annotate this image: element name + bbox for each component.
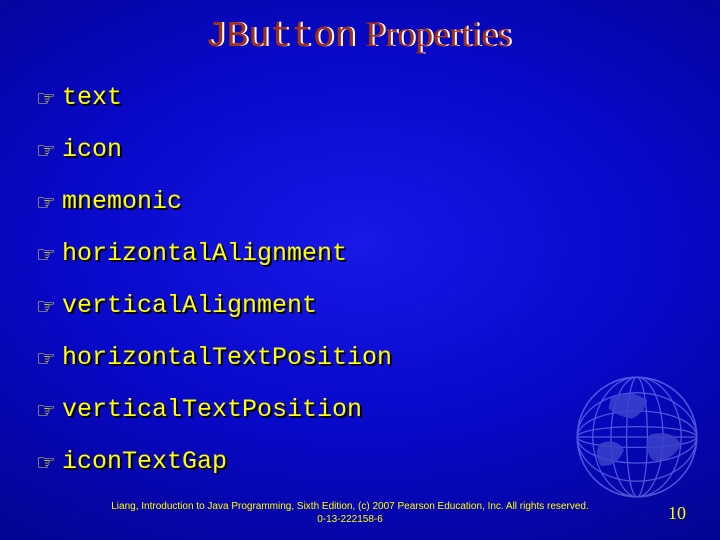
property-text: verticalTextPosition <box>62 397 362 422</box>
property-text: horizontalAlignment <box>62 241 347 266</box>
list-item: ☞ verticalAlignment verticalAlignment <box>36 292 680 322</box>
slide: JButton Properties JButton Properties ☞ … <box>0 0 720 540</box>
pointing-hand-icon: ☞ <box>36 244 64 266</box>
page-number: 10 <box>668 503 686 524</box>
pointing-hand-icon: ☞ <box>36 296 64 318</box>
list-item: ☞ text text <box>36 84 680 114</box>
pointing-hand-icon: ☞ <box>36 140 64 162</box>
property-text: verticalAlignment <box>62 293 317 318</box>
pointing-hand-icon: ☞ <box>36 400 64 422</box>
property-label: verticalTextPosition verticalTextPositio… <box>64 399 364 424</box>
pointing-hand-icon: ☞ <box>36 192 64 214</box>
list-item: ☞ horizontalAlignment horizontalAlignmen… <box>36 240 680 270</box>
list-item: ☞ icon icon <box>36 136 680 166</box>
globe-icon <box>572 372 702 502</box>
property-text: text <box>62 85 122 110</box>
property-text: horizontalTextPosition <box>62 345 392 370</box>
property-label: icon icon <box>64 139 124 164</box>
title-serif: Properties <box>356 14 511 54</box>
pointing-hand-icon: ☞ <box>36 348 64 370</box>
property-label: horizontalTextPosition horizontalTextPos… <box>64 347 394 372</box>
property-label: iconTextGap iconTextGap <box>64 451 229 476</box>
property-text: icon <box>62 137 122 162</box>
property-label: horizontalAlignment horizontalAlignment <box>64 243 349 268</box>
property-text: mnemonic <box>62 189 182 214</box>
property-text: iconTextGap <box>62 449 227 474</box>
list-item: ☞ mnemonic mnemonic <box>36 188 680 218</box>
pointing-hand-icon: ☞ <box>36 88 64 110</box>
property-label: mnemonic mnemonic <box>64 191 184 216</box>
pointing-hand-icon: ☞ <box>36 452 64 474</box>
footer-text: Liang, Introduction to Java Programming,… <box>110 501 590 526</box>
list-item: ☞ horizontalTextPosition horizontalTextP… <box>36 344 680 374</box>
slide-title: JButton Properties <box>0 16 718 56</box>
title-mono: JButton <box>205 16 356 57</box>
property-label: verticalAlignment verticalAlignment <box>64 295 319 320</box>
property-label: text text <box>64 87 124 112</box>
